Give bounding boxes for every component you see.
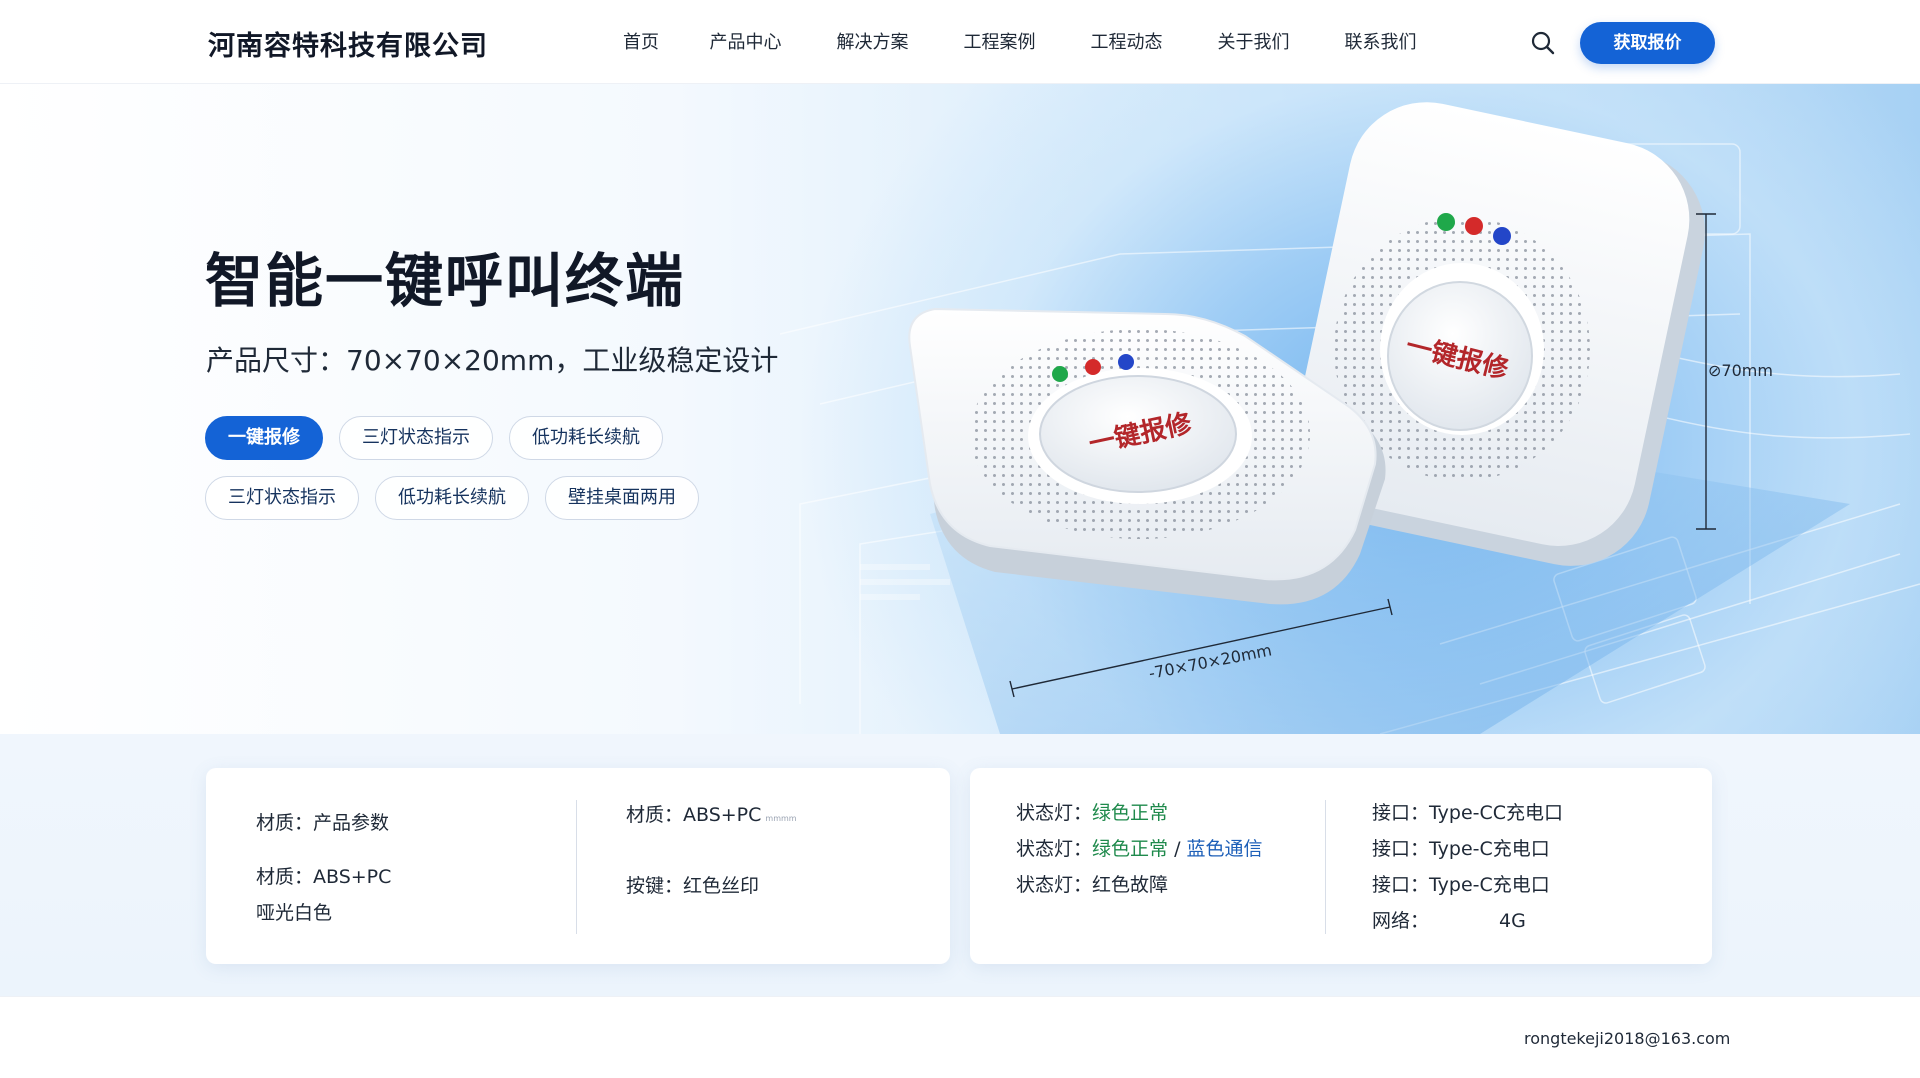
nav-item-news[interactable]: 工程动态: [1063, 28, 1190, 54]
spec-status-light-1: 状态灯：绿色正常: [1016, 802, 1169, 824]
dimension-label-side: ⊘70mm: [1708, 361, 1773, 380]
site-footer: rongtekeji2018@163.com: [0, 996, 1920, 1078]
spec-material-2: 材质：ABS+PC mmmm: [626, 804, 797, 826]
led-blue: [1493, 227, 1511, 245]
led-red: [1465, 217, 1483, 235]
company-logo-text[interactable]: 河南容特科技有限公司: [208, 24, 488, 63]
nav-item-products[interactable]: 产品中心: [682, 28, 809, 54]
get-quote-button[interactable]: 获取报价: [1580, 22, 1715, 64]
spec-interface-3: 接口：Type-C充电口: [1372, 874, 1550, 896]
spec-interface-1: 接口：Type-CC充电口: [1372, 802, 1564, 824]
spec-status-light-2: 状态灯：绿色正常 / 蓝色通信: [1016, 838, 1263, 860]
spec-status-light-3: 状态灯：红色故障: [1016, 874, 1169, 896]
led-red-2: [1085, 359, 1101, 375]
search-icon[interactable]: [1530, 30, 1556, 56]
led-blue-2: [1118, 354, 1134, 370]
main-nav: 首页 产品中心 解决方案 工程案例 工程动态 关于我们 联系我们: [600, 28, 1444, 54]
spec-interface-2: 接口：Type-C充电口: [1372, 838, 1550, 860]
site-header: 河南容特科技有限公司 首页 产品中心 解决方案 工程案例 工程动态 关于我们 联…: [0, 0, 1920, 84]
nav-item-about[interactable]: 关于我们: [1190, 28, 1317, 54]
spec-material: 材质：ABS+PC: [256, 866, 392, 888]
dimension-label-bottom: -70×70×20mm: [1147, 640, 1273, 682]
contact-email[interactable]: rongtekeji2018@163.com: [1524, 1029, 1730, 1048]
nav-item-home[interactable]: 首页: [600, 28, 682, 54]
spec-material-params: 材质：产品参数: [256, 812, 390, 834]
product-illustration: 一键报修 一键报修 -70×70×20mm ⊘70mm: [908, 102, 1773, 698]
spec-card-material: 材质：产品参数 材质：ABS+PC 哑光白色 材质：ABS+PC mmmm 按键：…: [206, 768, 950, 964]
spec-card-status: 状态灯：绿色正常 状态灯：绿色正常 / 蓝色通信 状态灯：红色故障 接口：Typ…: [970, 768, 1712, 964]
led-green: [1437, 213, 1455, 231]
hero-section: 智能一键呼叫终端 产品尺寸：70×70×20mm，工业级稳定设计 一键报修 三灯…: [0, 84, 1920, 734]
spec-button-print: 按键：红色丝印: [626, 875, 760, 897]
nav-item-cases[interactable]: 工程案例: [936, 28, 1063, 54]
led-green-2: [1052, 366, 1068, 382]
nav-item-solutions[interactable]: 解决方案: [809, 28, 936, 54]
card-divider: [576, 800, 577, 934]
spec-section: 材质：产品参数 材质：ABS+PC 哑光白色 材质：ABS+PC mmmm 按键：…: [0, 734, 1920, 996]
nav-item-contact[interactable]: 联系我们: [1317, 28, 1444, 54]
spec-color: 哑光白色: [256, 902, 333, 924]
spec-network: 网络： 4G: [1372, 910, 1526, 932]
card-divider-2: [1325, 800, 1326, 934]
